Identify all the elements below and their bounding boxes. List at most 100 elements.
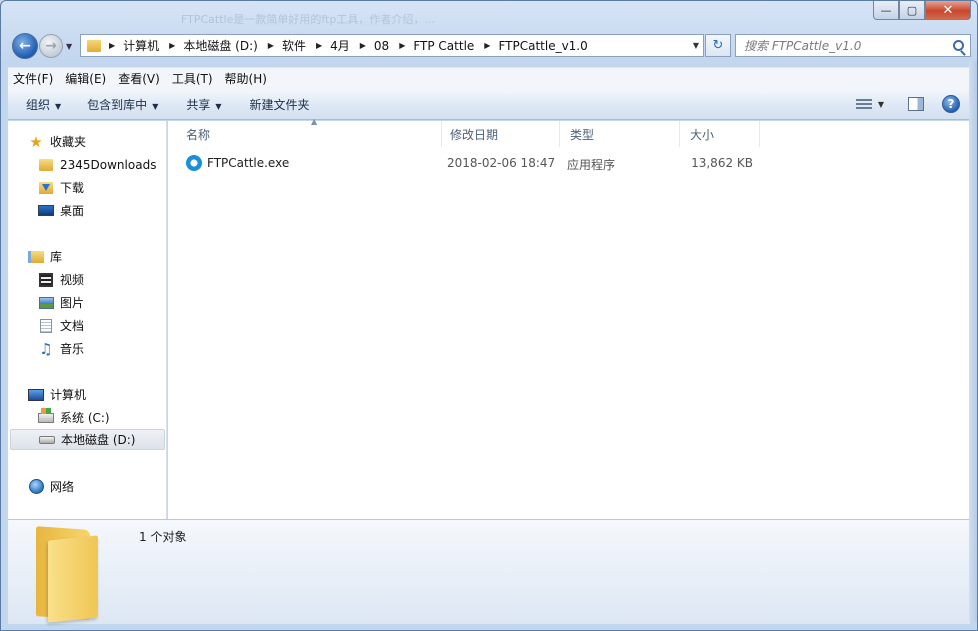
dropdown-arrow-icon: ▼	[55, 101, 62, 111]
nav-desktop[interactable]: 桌面	[8, 200, 166, 221]
file-type: 应用程序	[567, 158, 616, 172]
network-icon	[28, 479, 44, 494]
star-icon: ★	[29, 132, 43, 151]
nav-drive-d[interactable]: 本地磁盘 (D:)	[10, 429, 165, 450]
search-box[interactable]	[735, 34, 971, 57]
nav-libraries[interactable]: 库	[8, 246, 166, 267]
details-pane: 1 个对象	[8, 519, 970, 624]
breadcrumb-drive-d[interactable]: 本地磁盘 (D:)	[183, 37, 257, 54]
forward-button[interactable]: →	[39, 34, 63, 58]
refresh-icon: ↻	[712, 38, 724, 53]
chevron-right-icon[interactable]: ▶	[316, 41, 322, 50]
library-icon	[28, 250, 44, 263]
nav-videos-label: 视频	[60, 273, 85, 287]
folder-icon	[87, 39, 101, 52]
desktop-icon	[38, 205, 54, 216]
video-icon	[39, 272, 53, 287]
maximize-button[interactable]: ▢	[899, 1, 925, 20]
nav-favorites[interactable]: ★ 收藏夹	[8, 131, 166, 152]
nav-2345downloads[interactable]: 2345Downloads	[8, 154, 166, 175]
column-type-label: 类型	[570, 127, 595, 142]
recent-pages-dropdown[interactable]: ▼	[66, 42, 72, 51]
address-bar[interactable]: ▶ 计算机 ▶ 本地磁盘 (D:) ▶ 软件 ▶ 4月 ▶ 08 ▶ FTP C…	[80, 34, 704, 57]
nav-network[interactable]: 网络	[8, 476, 166, 497]
file-list: 名称 ▲ 修改日期 类型 大小 FTPCattle.exe 2018-02-06…	[168, 117, 970, 519]
back-button[interactable]: ←	[12, 33, 38, 59]
chevron-right-icon[interactable]: ▶	[268, 41, 274, 50]
dropdown-arrow-icon: ▼	[152, 101, 159, 111]
window-edge	[969, 61, 977, 621]
downloads-icon	[39, 181, 53, 194]
nav-downloads[interactable]: 下载	[8, 177, 166, 198]
folder-preview-icon	[34, 526, 98, 623]
view-controls: ▼ ?	[855, 95, 960, 113]
hard-drive-icon	[39, 435, 55, 444]
chevron-right-icon[interactable]: ▶	[399, 41, 405, 50]
menu-tools[interactable]: 工具(T)	[167, 70, 218, 87]
menu-bar: 文件(F) 编辑(E) 查看(V) 工具(T) 帮助(H)	[8, 67, 970, 89]
chevron-right-icon[interactable]: ▶	[169, 41, 175, 50]
menu-edit[interactable]: 编辑(E)	[60, 70, 111, 87]
column-date-label: 修改日期	[450, 127, 499, 142]
column-header-date[interactable]: 修改日期	[440, 121, 560, 147]
navigation-pane: ★ 收藏夹 2345Downloads 下载 桌面 库 视频 图片 文档 ♫ 音…	[8, 121, 167, 519]
file-name: FTPCattle.exe	[207, 156, 290, 170]
nav-documents[interactable]: 文档	[8, 315, 166, 336]
breadcrumb-april[interactable]: 4月	[330, 37, 350, 54]
nav-pictures[interactable]: 图片	[8, 292, 166, 313]
organize-button[interactable]: 组织 ▼	[26, 96, 61, 113]
picture-icon	[38, 296, 54, 309]
arrow-left-icon: ←	[19, 38, 31, 54]
explorer-window: FTPCattle是一款简单好用的ftp工具，作者介绍，... — ▢ ✕ ← …	[0, 0, 978, 631]
search-input[interactable]	[744, 38, 944, 53]
document-icon	[40, 318, 52, 333]
chevron-right-icon[interactable]: ▶	[484, 41, 490, 50]
menu-file[interactable]: 文件(F)	[8, 70, 58, 87]
window-title: FTPCattle是一款简单好用的ftp工具，作者介绍，...	[181, 13, 435, 25]
nav-libraries-label: 库	[50, 250, 63, 264]
minimize-button[interactable]: —	[873, 1, 899, 20]
menu-help[interactable]: 帮助(H)	[220, 70, 272, 87]
column-header-type[interactable]: 类型	[560, 121, 680, 147]
address-history-dropdown[interactable]: ▼	[693, 41, 699, 50]
nav-pictures-label: 图片	[60, 296, 85, 310]
view-dropdown[interactable]: ▼	[878, 100, 884, 109]
share-button[interactable]: 共享 ▼	[186, 96, 221, 113]
refresh-button[interactable]: ↻	[705, 34, 731, 57]
system-drive-icon	[38, 407, 54, 423]
nav-computer[interactable]: 计算机	[8, 384, 166, 405]
file-size: 13,862 KB	[691, 156, 753, 170]
nav-drive-c-label: 系统 (C:)	[60, 411, 110, 425]
breadcrumb-software[interactable]: 软件	[282, 37, 306, 54]
column-header-name[interactable]: 名称 ▲	[176, 117, 442, 147]
include-in-library-button[interactable]: 包含到库中 ▼	[87, 96, 158, 113]
nav-2345downloads-label: 2345Downloads	[60, 157, 157, 172]
nav-videos[interactable]: 视频	[8, 269, 166, 290]
preview-pane-icon[interactable]	[908, 97, 924, 111]
nav-drive-c[interactable]: 系统 (C:)	[8, 407, 166, 428]
menu-view[interactable]: 查看(V)	[113, 70, 165, 87]
nav-desktop-label: 桌面	[60, 204, 85, 218]
search-icon[interactable]	[953, 40, 964, 51]
include-library-label: 包含到库中	[87, 97, 148, 112]
breadcrumb-ftp-cattle[interactable]: FTP Cattle	[413, 39, 474, 53]
column-name-label: 名称	[186, 127, 211, 142]
application-icon	[186, 155, 202, 171]
help-icon[interactable]: ?	[942, 95, 960, 113]
nav-network-label: 网络	[50, 480, 75, 494]
breadcrumb-computer[interactable]: 计算机	[123, 37, 159, 54]
table-row[interactable]: FTPCattle.exe 2018-02-06 18:47 应用程序 13,8…	[178, 153, 778, 175]
breadcrumb-ftpcattle-v1[interactable]: FTPCattle_v1.0	[498, 39, 587, 53]
command-bar: 组织 ▼ 包含到库中 ▼ 共享 ▼ 新建文件夹 ▼ ?	[8, 89, 970, 120]
nav-music[interactable]: ♫ 音乐	[8, 338, 166, 359]
breadcrumb-08[interactable]: 08	[374, 39, 389, 53]
chevron-right-icon[interactable]: ▶	[109, 41, 115, 50]
nav-computer-label: 计算机	[50, 388, 87, 402]
close-button[interactable]: ✕	[925, 1, 971, 20]
share-label: 共享	[186, 97, 211, 112]
arrow-right-icon: →	[45, 38, 57, 54]
new-folder-button[interactable]: 新建文件夹	[250, 96, 310, 113]
view-options-icon[interactable]	[855, 98, 872, 110]
chevron-right-icon[interactable]: ▶	[360, 41, 366, 50]
column-header-size[interactable]: 大小	[680, 121, 760, 147]
